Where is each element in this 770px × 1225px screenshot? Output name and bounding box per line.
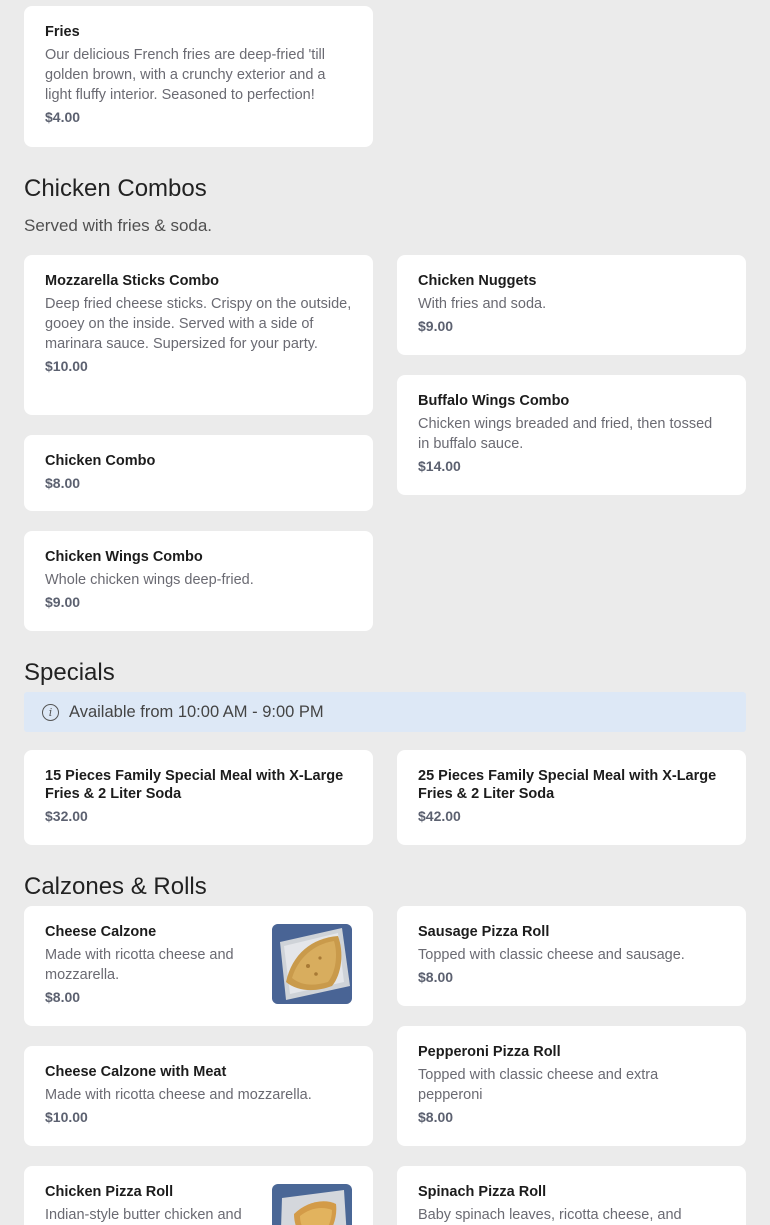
item-price: $8.00 bbox=[45, 475, 81, 491]
item-price: $8.00 bbox=[418, 969, 454, 985]
item-description: Whole chicken wings deep-fried. bbox=[45, 572, 254, 588]
item-price: $14.00 bbox=[418, 458, 461, 474]
menu-item-card[interactable]: Cheese Calzone with Meat Made with ricot… bbox=[24, 1046, 373, 1146]
item-description: Chicken wings breaded and fried, then to… bbox=[418, 416, 713, 452]
availability-text: Available from 10:00 AM - 9:00 PM bbox=[69, 702, 324, 721]
item-name: 25 Pieces Family Special Meal with X-Lar… bbox=[418, 768, 717, 802]
section-title: Calzones & Rolls bbox=[24, 873, 207, 900]
section-title: Specials bbox=[24, 659, 115, 686]
item-price: $9.00 bbox=[418, 318, 454, 334]
menu-item-card[interactable]: Chicken Nuggets With fries and soda. $9.… bbox=[397, 255, 746, 355]
item-price: $10.00 bbox=[45, 358, 88, 374]
item-description: Made with ricotta cheese and mozzarella. bbox=[45, 947, 234, 983]
item-description: Made with ricotta cheese and mozzarella. bbox=[45, 1087, 312, 1103]
section-subtitle: Served with fries & soda. bbox=[24, 216, 213, 235]
availability-notice: i Available from 10:00 AM - 9:00 PM bbox=[24, 692, 746, 732]
menu-item-card[interactable]: Mozzarella Sticks Combo Deep fried chees… bbox=[24, 255, 373, 415]
info-icon: i bbox=[42, 703, 59, 721]
item-name: Spinach Pizza Roll bbox=[418, 1184, 547, 1200]
menu-item-card[interactable]: Cheese Calzone Made with ricotta cheese … bbox=[24, 906, 373, 1026]
item-price: $32.00 bbox=[45, 808, 88, 824]
item-price: $8.00 bbox=[45, 989, 81, 1005]
item-name: Pepperoni Pizza Roll bbox=[418, 1044, 561, 1060]
calzone-photo bbox=[272, 924, 352, 1004]
item-price: $8.00 bbox=[418, 1109, 454, 1125]
item-description: Baby spinach leaves, ricotta cheese, and bbox=[418, 1207, 682, 1223]
item-name: 15 Pieces Family Special Meal with X-Lar… bbox=[45, 768, 344, 802]
item-description: Topped with classic cheese and sausage. bbox=[418, 947, 685, 963]
item-description: Deep fried cheese sticks. Crispy on the … bbox=[45, 296, 352, 352]
item-name: Fries bbox=[45, 24, 80, 40]
menu-item-card[interactable]: Chicken Combo $8.00 bbox=[24, 435, 373, 511]
menu-item-card[interactable]: Buffalo Wings Combo Chicken wings breade… bbox=[397, 375, 746, 495]
menu-item-card[interactable]: 25 Pieces Family Special Meal with X-Lar… bbox=[397, 750, 746, 845]
item-price: $9.00 bbox=[45, 594, 81, 610]
item-description: With fries and soda. bbox=[418, 296, 547, 312]
menu-item-card[interactable]: Pepperoni Pizza Roll Topped with classic… bbox=[397, 1026, 746, 1146]
item-name: Sausage Pizza Roll bbox=[418, 924, 550, 940]
item-price: $42.00 bbox=[418, 808, 461, 824]
item-name: Cheese Calzone bbox=[45, 924, 157, 940]
menu-item-card[interactable]: Chicken Wings Combo Whole chicken wings … bbox=[24, 531, 373, 631]
item-name: Cheese Calzone with Meat bbox=[45, 1064, 227, 1080]
item-name: Chicken Nuggets bbox=[418, 273, 537, 289]
item-description: Our delicious French fries are deep-frie… bbox=[45, 47, 326, 103]
menu-item-card[interactable]: 15 Pieces Family Special Meal with X-Lar… bbox=[24, 750, 373, 845]
section-title: Chicken Combos bbox=[24, 175, 207, 202]
item-name: Chicken Wings Combo bbox=[45, 549, 203, 565]
item-name: Chicken Combo bbox=[45, 453, 156, 469]
menu-item-card[interactable]: Sausage Pizza Roll Topped with classic c… bbox=[397, 906, 746, 1006]
item-name: Chicken Pizza Roll bbox=[45, 1184, 174, 1200]
item-description: Topped with classic cheese and extra pep… bbox=[418, 1067, 659, 1103]
menu-item-card[interactable]: Fries Our delicious French fries are dee… bbox=[24, 6, 373, 147]
item-price: $4.00 bbox=[45, 109, 81, 125]
item-description: Indian-style butter chicken and bbox=[45, 1207, 242, 1223]
pizza-roll-photo bbox=[272, 1184, 352, 1225]
item-price: $10.00 bbox=[45, 1109, 88, 1125]
menu-item-card[interactable]: Spinach Pizza Roll Baby spinach leaves, … bbox=[397, 1166, 746, 1225]
item-name: Mozzarella Sticks Combo bbox=[45, 273, 220, 289]
item-name: Buffalo Wings Combo bbox=[418, 393, 570, 409]
menu-item-card[interactable]: Chicken Pizza Roll Indian-style butter c… bbox=[24, 1166, 373, 1225]
